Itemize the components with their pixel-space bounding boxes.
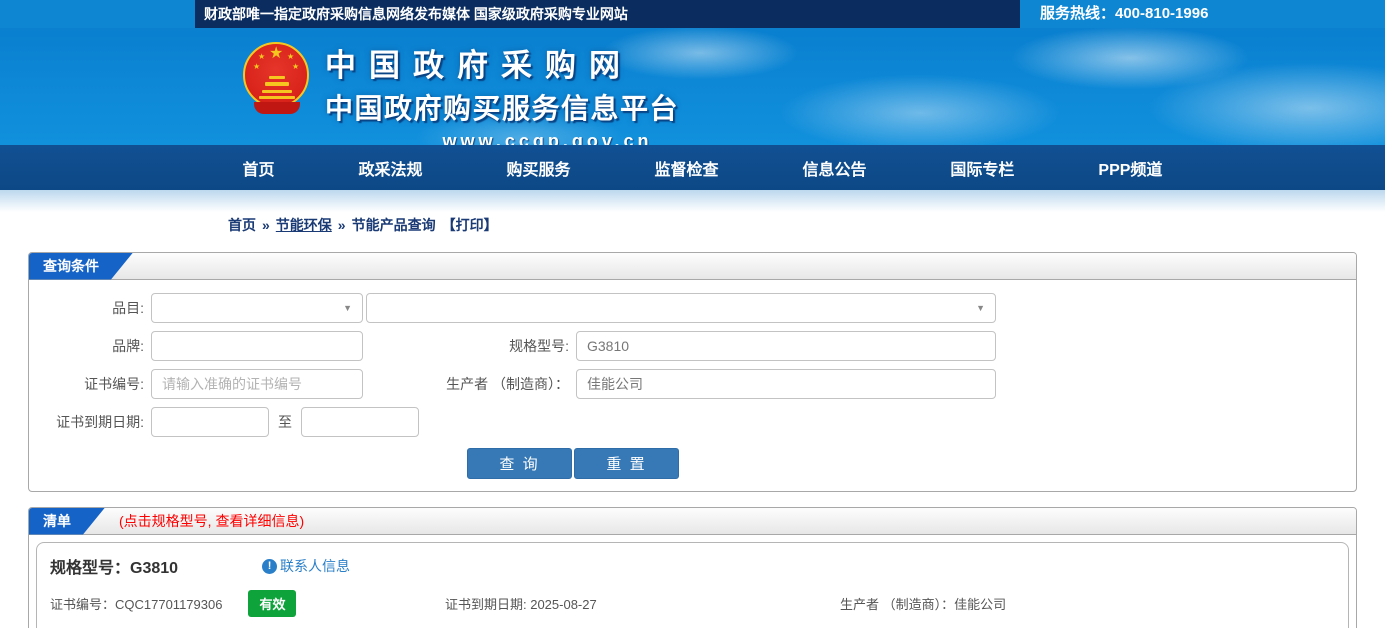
query-form: 品目: ▼ ▼ 品牌: 规格型号: 证书编号: 生产者 （制造商）： 证书到期日…	[29, 280, 1356, 491]
query-panel-header: 查询条件	[29, 253, 1356, 280]
form-actions: 查 询 重 置	[29, 448, 1356, 479]
contact-info-label: 联系人信息	[280, 558, 351, 574]
search-button[interactable]: 查 询	[467, 448, 572, 479]
exclamation-circle-icon: !	[262, 558, 278, 574]
expiry-date-end-input[interactable]	[301, 407, 419, 437]
emblem-star-icon: ★	[269, 45, 284, 62]
brand-input[interactable]	[151, 331, 363, 361]
contact-info-link[interactable]: ! 联系人信息	[262, 556, 350, 576]
brand-label: 品牌:	[112, 338, 144, 354]
nav-item-announcements[interactable]: 信息公告	[802, 156, 866, 180]
result-expiry-date: 证书到期日期: 2025-08-27	[445, 597, 597, 612]
breadcrumb: 首页 » 节能环保 » 节能产品查询 【打印】	[0, 212, 1385, 238]
reset-button[interactable]: 重 置	[574, 448, 679, 479]
status-badge: 有效	[248, 590, 297, 617]
breadcrumb-home[interactable]: 首页	[228, 215, 256, 235]
result-cert-number: 证书编号：CQC17701179306	[50, 597, 223, 612]
top-utility-bar: 财政部唯一指定政府采购信息网络发布媒体 国家级政府采购专业网站 服务热线：400…	[0, 0, 1385, 28]
result-manufacturer: 生产者 （制造商）：佳能公司	[840, 597, 1007, 612]
nav-fade-strip	[0, 190, 1385, 212]
print-link[interactable]: 【打印】	[442, 215, 498, 235]
nav-item-home[interactable]: 首页	[243, 156, 275, 180]
service-hotline: 服务热线：400-810-1996	[1040, 5, 1209, 22]
model-input[interactable]	[576, 331, 996, 361]
result-card: 规格型号：G3810 ! 联系人信息 证书编号：CQC17701179306 有…	[36, 542, 1349, 628]
main-nav: 首页 政采法规 购买服务 监督检查 信息公告 国际专栏 PPP频道	[0, 145, 1385, 190]
model-label: 规格型号:	[509, 338, 569, 354]
list-panel-title-tab: 清单	[29, 508, 105, 535]
site-url: www.ccgp.gov.cn	[442, 131, 653, 145]
category-label: 品目:	[112, 300, 144, 316]
form-row-category: 品目: ▼ ▼	[29, 289, 1356, 327]
breadcrumb-separator: »	[337, 217, 346, 233]
nav-item-ppp-channel[interactable]: PPP频道	[1098, 156, 1162, 180]
query-conditions-panel: 查询条件 品目: ▼ ▼ 品牌: 规格型号: 证书编号: 生产者 （制造商）： …	[28, 252, 1357, 492]
date-range-to-label: 至	[278, 414, 292, 430]
manufacturer-input[interactable]	[576, 369, 996, 399]
breadcrumb-current-page: 节能产品查询	[351, 217, 436, 233]
form-row-expiry-date: 证书到期日期: 至	[29, 403, 1356, 441]
subcategory-select[interactable]: ▼	[366, 293, 996, 323]
expiry-date-label: 证书到期日期:	[56, 414, 144, 430]
result-card-title-row: 规格型号：G3810 ! 联系人信息	[37, 551, 1348, 581]
nav-item-purchase-services[interactable]: 购买服务	[506, 156, 570, 180]
result-detail-row-1: 证书编号：CQC17701179306 有效 证书到期日期: 2025-08-2…	[37, 590, 1348, 617]
form-row-cert-manufacturer: 证书编号: 生产者 （制造商）：	[29, 365, 1356, 403]
breadcrumb-section[interactable]: 节能环保	[276, 215, 332, 235]
certificate-number-label: 证书编号:	[84, 376, 144, 392]
chevron-down-icon: ▼	[343, 303, 352, 313]
breadcrumb-separator: »	[262, 217, 270, 233]
results-list-panel: 清单 (点击规格型号, 查看详细信息) 规格型号：G3810 ! 联系人信息 证…	[28, 507, 1357, 628]
site-subtitle: 中国政府购买服务信息平台	[325, 93, 680, 124]
national-emblem-icon: ★ ★ ★ ★ ★	[243, 40, 311, 132]
expiry-date-start-input[interactable]	[151, 407, 269, 437]
query-panel-title-tab: 查询条件	[29, 253, 133, 280]
site-logo[interactable]: ★ ★ ★ ★ ★ 中国政府采购网 中国政府购买服务信息平台 www.ccgp.…	[243, 40, 770, 145]
nav-item-supervision[interactable]: 监督检查	[654, 156, 718, 180]
certificate-number-input[interactable]	[151, 369, 363, 399]
form-row-brand-model: 品牌: 规格型号:	[29, 327, 1356, 365]
nav-item-regulations[interactable]: 政采法规	[358, 156, 422, 180]
site-title: 中国政府采购网	[325, 48, 633, 83]
list-panel-header: 清单 (点击规格型号, 查看详细信息)	[29, 508, 1356, 535]
category-select[interactable]: ▼	[151, 293, 363, 323]
site-header: ★ ★ ★ ★ ★ 中国政府采购网 中国政府购买服务信息平台 www.ccgp.…	[0, 28, 1385, 145]
nav-item-international[interactable]: 国际专栏	[950, 156, 1014, 180]
manufacturer-label: 生产者 （制造商）：	[446, 376, 569, 392]
results-list: 规格型号：G3810 ! 联系人信息 证书编号：CQC17701179306 有…	[29, 535, 1356, 628]
result-model-title[interactable]: 规格型号：G3810	[50, 554, 178, 578]
list-panel-hint: (点击规格型号, 查看详细信息)	[119, 513, 305, 529]
chevron-down-icon: ▼	[976, 303, 985, 313]
site-slogan: 财政部唯一指定政府采购信息网络发布媒体 国家级政府采购专业网站	[204, 6, 628, 22]
